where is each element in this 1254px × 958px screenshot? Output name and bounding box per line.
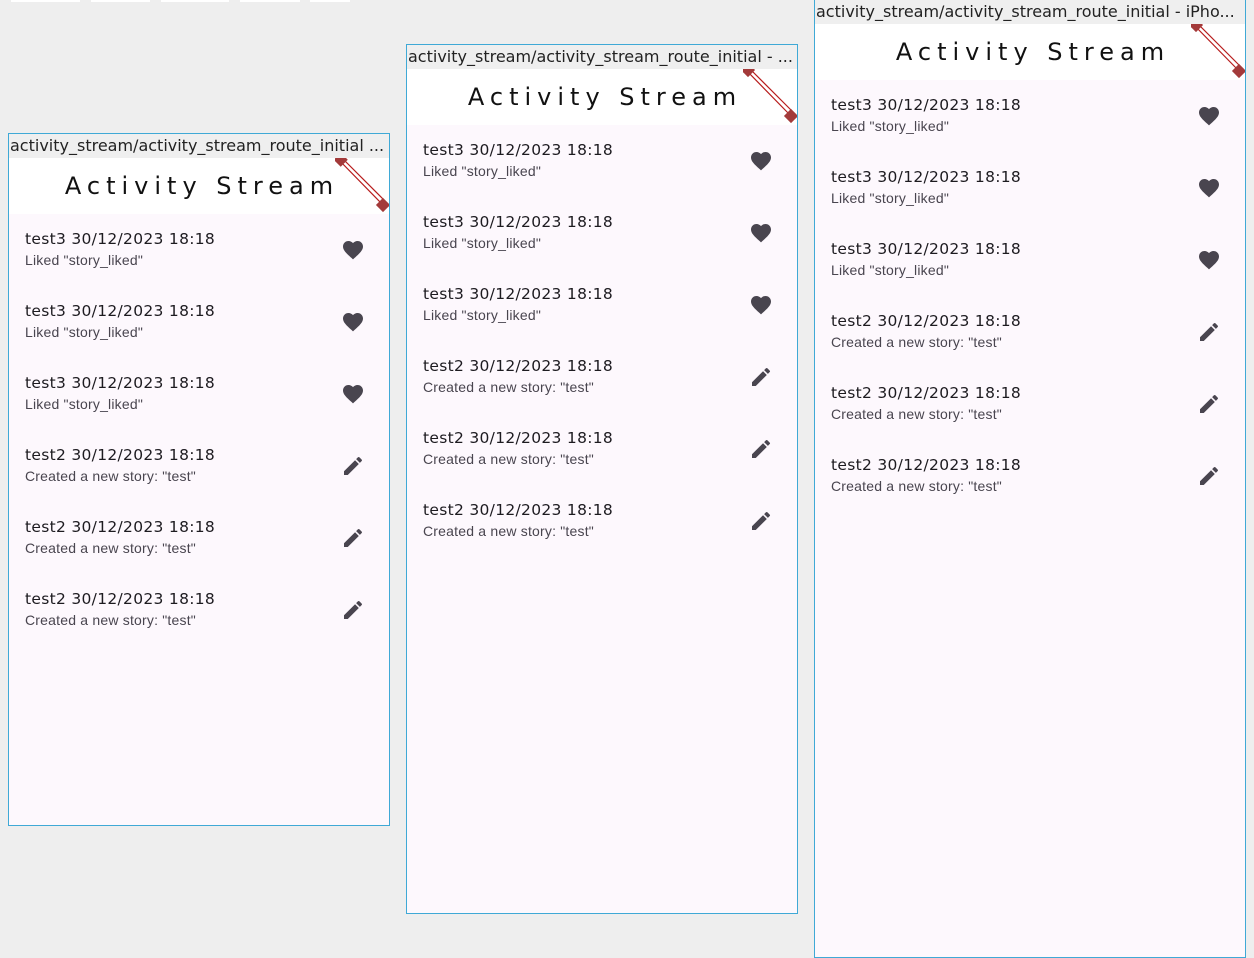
pencil-icon [341, 454, 365, 478]
list-item-subtitle: Created a new story: "test" [25, 612, 196, 628]
activity-list: test3 30/12/2023 18:18 Liked "story_liked… [9, 214, 389, 646]
heart-icon [1197, 248, 1221, 272]
list-item-title: test3 30/12/2023 18:18 [423, 141, 614, 159]
top-tab[interactable] [310, 0, 350, 2]
device-label: activity_stream/activity_stream_route_in… [9, 134, 389, 158]
list-item-subtitle: Created a new story: "test" [423, 523, 594, 539]
list-item[interactable]: test2 30/12/2023 18:18 Created a new stor… [9, 430, 389, 502]
list-item-title: test3 30/12/2023 18:18 [831, 96, 1022, 114]
heart-icon [341, 238, 365, 262]
list-item[interactable]: test2 30/12/2023 18:18 Created a new stor… [407, 485, 797, 557]
device-label: activity_stream/activity_stream_route_in… [815, 0, 1245, 24]
list-item-subtitle: Created a new story: "test" [25, 540, 196, 556]
list-item-title: test2 30/12/2023 18:18 [25, 518, 216, 536]
list-item-title: test3 30/12/2023 18:18 [423, 213, 614, 231]
heart-icon [749, 293, 773, 317]
list-item-subtitle: Liked "story_liked" [25, 324, 144, 340]
top-tab[interactable] [91, 0, 150, 2]
device-frame: activity_stream/activity_stream_route_in… [8, 133, 390, 826]
pencil-icon [749, 509, 773, 533]
pencil-icon [1197, 320, 1221, 344]
list-item-subtitle: Created a new story: "test" [25, 468, 196, 484]
list-item-subtitle: Created a new story: "test" [423, 379, 594, 395]
device-frame: activity_stream/activity_stream_route_in… [406, 44, 798, 914]
list-item-subtitle: Liked "story_liked" [831, 262, 950, 278]
list-item[interactable]: test2 30/12/2023 18:18 Created a new stor… [815, 440, 1245, 512]
app-bar-title: Activity Stream [64, 172, 340, 200]
list-item-title: test3 30/12/2023 18:18 [831, 240, 1022, 258]
heart-icon [1197, 176, 1221, 200]
heart-icon [749, 221, 773, 245]
list-item[interactable]: test3 30/12/2023 18:18 Liked "story_liked… [815, 224, 1245, 296]
list-item-subtitle: Liked "story_liked" [423, 235, 542, 251]
list-item[interactable]: test2 30/12/2023 18:18 Created a new stor… [9, 574, 389, 646]
top-tab-strip [0, 0, 400, 2]
list-item-subtitle: Liked "story_liked" [423, 307, 542, 323]
pencil-icon [1197, 464, 1221, 488]
list-item[interactable]: test3 30/12/2023 18:18 Liked "story_liked… [407, 125, 797, 197]
list-item[interactable]: test2 30/12/2023 18:18 Created a new stor… [9, 502, 389, 574]
device-label: activity_stream/activity_stream_route_in… [407, 45, 797, 69]
pencil-icon [341, 598, 365, 622]
app-bar: Activity Stream [9, 158, 389, 214]
list-item-title: test2 30/12/2023 18:18 [25, 446, 216, 464]
list-item-subtitle: Created a new story: "test" [831, 334, 1002, 350]
app-bar: Activity Stream [815, 24, 1245, 80]
list-item[interactable]: test3 30/12/2023 18:18 Liked "story_liked… [815, 152, 1245, 224]
top-tab[interactable] [161, 0, 229, 2]
list-item-title: test3 30/12/2023 18:18 [831, 168, 1022, 186]
pencil-icon [341, 526, 365, 550]
list-item-subtitle: Liked "story_liked" [25, 252, 144, 268]
list-item-title: test2 30/12/2023 18:18 [423, 501, 614, 519]
list-item-title: test2 30/12/2023 18:18 [423, 357, 614, 375]
list-item-subtitle: Liked "story_liked" [25, 396, 144, 412]
activity-list: test3 30/12/2023 18:18 Liked "story_liked… [815, 80, 1245, 512]
list-item-subtitle: Liked "story_liked" [423, 163, 542, 179]
list-item[interactable]: test2 30/12/2023 18:18 Created a new stor… [407, 413, 797, 485]
list-item-title: test3 30/12/2023 18:18 [25, 302, 216, 320]
heart-icon [341, 382, 365, 406]
device-frame: activity_stream/activity_stream_route_in… [814, 0, 1246, 958]
list-item-title: test2 30/12/2023 18:18 [423, 429, 614, 447]
list-item-title: test3 30/12/2023 18:18 [25, 374, 216, 392]
list-item-subtitle: Created a new story: "test" [423, 451, 594, 467]
list-item-title: test2 30/12/2023 18:18 [831, 456, 1022, 474]
pencil-icon [749, 365, 773, 389]
list-item-subtitle: Liked "story_liked" [831, 118, 950, 134]
pencil-icon [1197, 392, 1221, 416]
top-tab[interactable] [11, 0, 80, 2]
list-item[interactable]: test3 30/12/2023 18:18 Liked "story_liked… [9, 286, 389, 358]
list-item-title: test2 30/12/2023 18:18 [831, 384, 1022, 402]
list-item[interactable]: test2 30/12/2023 18:18 Created a new stor… [815, 296, 1245, 368]
list-item-title: test2 30/12/2023 18:18 [831, 312, 1022, 330]
list-item[interactable]: test3 30/12/2023 18:18 Liked "story_liked… [407, 197, 797, 269]
list-item[interactable]: test2 30/12/2023 18:18 Created a new stor… [407, 341, 797, 413]
heart-icon [749, 149, 773, 173]
list-item[interactable]: test3 30/12/2023 18:18 Liked "story_liked… [9, 214, 389, 286]
app-bar: Activity Stream [407, 69, 797, 125]
list-item[interactable]: test3 30/12/2023 18:18 Liked "story_liked… [407, 269, 797, 341]
list-item-subtitle: Liked "story_liked" [831, 190, 950, 206]
pencil-icon [749, 437, 773, 461]
list-item[interactable]: test3 30/12/2023 18:18 Liked "story_liked… [815, 80, 1245, 152]
list-item[interactable]: test3 30/12/2023 18:18 Liked "story_liked… [9, 358, 389, 430]
app-bar-title: Activity Stream [895, 38, 1171, 66]
heart-icon [341, 310, 365, 334]
list-item-subtitle: Created a new story: "test" [831, 406, 1002, 422]
heart-icon [1197, 104, 1221, 128]
activity-list: test3 30/12/2023 18:18 Liked "story_liked… [407, 125, 797, 557]
list-item-title: test3 30/12/2023 18:18 [25, 230, 216, 248]
list-item[interactable]: test2 30/12/2023 18:18 Created a new stor… [815, 368, 1245, 440]
list-item-title: test2 30/12/2023 18:18 [25, 590, 216, 608]
list-item-subtitle: Created a new story: "test" [831, 478, 1002, 494]
list-item-title: test3 30/12/2023 18:18 [423, 285, 614, 303]
top-tab[interactable] [240, 0, 300, 2]
app-bar-title: Activity Stream [467, 83, 743, 111]
